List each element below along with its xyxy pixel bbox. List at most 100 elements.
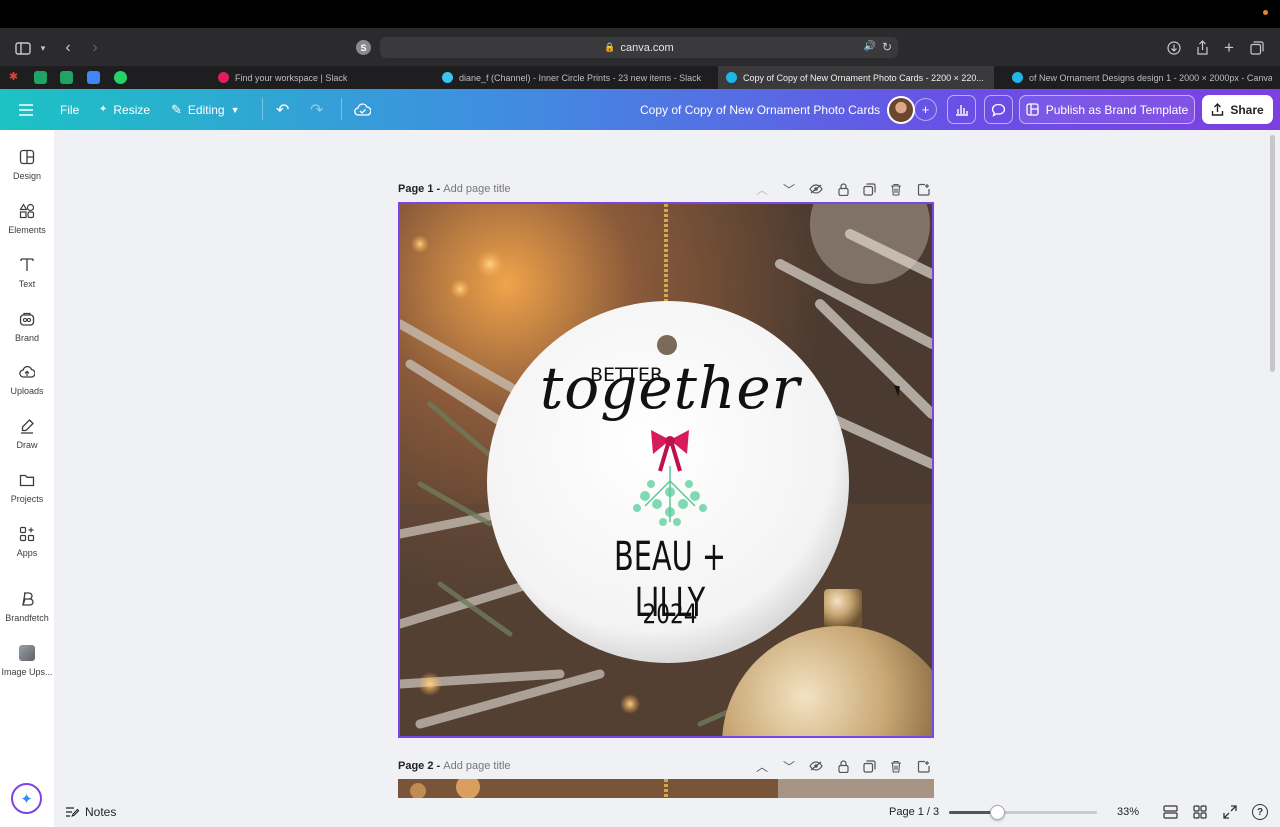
undo-icon[interactable]: ↶ — [276, 89, 289, 130]
help-icon[interactable]: ? — [1252, 804, 1268, 820]
comments-button[interactable] — [984, 95, 1013, 124]
zoom-slider-track[interactable] — [949, 805, 1097, 820]
share-label: Share — [1230, 102, 1264, 117]
sidebar-item-image-upscaler[interactable]: Image Ups... — [0, 645, 54, 691]
recording-dot-icon — [1263, 10, 1268, 15]
duplicate-page-icon[interactable] — [862, 759, 876, 773]
sidebar-toggle-icon[interactable] — [14, 40, 32, 56]
forward-icon[interactable]: › — [87, 39, 103, 57]
pinned-tab-asana-icon[interactable]: ✱ — [7, 71, 20, 84]
sidebar-item-brand[interactable]: Brand — [0, 311, 54, 357]
sidebar-label: Brand — [14, 333, 40, 343]
page2-label: Page 2 - — [398, 760, 441, 772]
share-page-icon[interactable] — [1194, 39, 1210, 56]
file-menu-button[interactable]: File — [60, 89, 79, 130]
tab-overview-icon[interactable] — [1249, 40, 1265, 56]
uploads-icon — [19, 365, 35, 378]
vertical-scrollbar[interactable] — [1270, 135, 1275, 372]
tab-canva-active[interactable]: Copy of Copy of New Ornament Photo Cards… — [718, 66, 994, 89]
sidebar-item-text[interactable]: Text — [0, 257, 54, 303]
text-icon — [20, 258, 34, 271]
text-together[interactable]: together — [540, 354, 800, 422]
pinned-tab-whatsapp-icon[interactable] — [114, 71, 127, 84]
file-label: File — [60, 102, 80, 117]
sidebar-item-apps[interactable]: Apps — [0, 526, 54, 572]
design-canvas-page1[interactable]: BETTER together BEAU + LILLY 2024 — [398, 202, 934, 738]
sidebar-label: Text — [18, 279, 36, 289]
notes-label: Notes — [85, 805, 117, 819]
design-icon — [19, 149, 35, 165]
publish-brand-template-button[interactable]: Publish as Brand Template — [1019, 95, 1195, 124]
tab-slack-workspace[interactable]: Find your workspace | Slack — [210, 66, 420, 89]
reload-icon[interactable]: ↻ — [882, 40, 892, 54]
page-view-icon[interactable] — [1163, 805, 1178, 824]
download-icon[interactable] — [1166, 40, 1182, 56]
document-title[interactable]: Copy of Copy of New Ornament Photo Cards — [640, 89, 880, 130]
sidebar-item-uploads[interactable]: Uploads — [0, 364, 54, 410]
editing-label: Editing — [187, 102, 225, 117]
pinned-tab-sheets-icon[interactable] — [34, 71, 47, 84]
grid-view-icon[interactable] — [1193, 805, 1207, 824]
magic-assistant-button[interactable]: ✦ — [11, 783, 42, 814]
sidebar-label: Draw — [16, 440, 38, 450]
avatar[interactable] — [887, 96, 915, 124]
lock-page-icon[interactable] — [836, 182, 850, 196]
back-icon[interactable]: ‹ — [60, 39, 76, 57]
cloud-save-icon[interactable] — [354, 89, 371, 130]
page1-title-input[interactable]: Add page title — [443, 183, 510, 195]
add-collaborator-button[interactable]: + — [914, 98, 937, 121]
delete-page-icon[interactable] — [889, 759, 903, 773]
zoom-level[interactable]: 33% — [1117, 806, 1139, 818]
sidebar-item-projects[interactable]: Projects — [0, 472, 54, 518]
tab-slack-channel[interactable]: diane_f (Channel) - Inner Circle Prints … — [434, 66, 706, 89]
insights-button[interactable] — [947, 95, 976, 124]
profile-badge[interactable]: S — [356, 40, 371, 55]
page2-header[interactable]: Page 2 - Add page title — [398, 760, 511, 772]
pinned-tab-docs-icon[interactable] — [87, 71, 100, 84]
publish-label: Publish as Brand Template — [1045, 102, 1189, 117]
tab-canva-other[interactable]: of New Ornament Designs design 1 - 2000 … — [1004, 66, 1272, 89]
canva-icon — [726, 72, 737, 83]
design-canvas-page2[interactable] — [398, 779, 934, 798]
page-indicator[interactable]: Page 1 / 3 — [889, 806, 939, 818]
resize-button[interactable]: ✦ Resize — [99, 89, 150, 130]
duplicate-page-icon[interactable] — [862, 182, 876, 196]
mistletoe-bow[interactable] — [615, 426, 725, 536]
notes-button[interactable]: Notes — [65, 805, 116, 819]
add-page-icon[interactable] — [916, 759, 930, 773]
hide-page-icon[interactable] — [809, 759, 823, 773]
text-year[interactable]: 2024 — [630, 599, 710, 630]
template-icon — [1026, 103, 1039, 116]
sparkle-icon: ✦ — [20, 790, 33, 808]
speaker-icon[interactable]: 🔊 — [864, 41, 876, 52]
lock-page-icon[interactable] — [836, 759, 850, 773]
sidebar-item-brandfetch[interactable]: Brandfetch — [0, 591, 54, 637]
hide-page-icon[interactable] — [809, 182, 823, 196]
redo-icon[interactable]: ↷ — [310, 89, 323, 130]
page1-header[interactable]: Page 1 - Add page title — [398, 183, 511, 195]
zoom-slider-thumb[interactable] — [989, 805, 1005, 820]
editing-mode-button[interactable]: ✎ Editing ▼ — [171, 89, 240, 130]
address-bar[interactable]: 🔒 canva.com 🔊 ↻ — [380, 37, 898, 58]
tab-label: Find your workspace | Slack — [235, 72, 348, 83]
chevron-down-icon: ▼ — [230, 104, 240, 115]
page-down-icon[interactable]: ﹀ — [782, 182, 796, 197]
sidebar-item-elements[interactable]: Elements — [0, 203, 54, 249]
delete-page-icon[interactable] — [889, 182, 903, 196]
pinned-tab-sheets-2-icon[interactable] — [60, 71, 73, 84]
sidebar-item-draw[interactable]: Draw — [0, 418, 54, 464]
page2-title-input[interactable]: Add page title — [443, 760, 510, 772]
page-up-icon[interactable]: ︿ — [755, 182, 769, 197]
page-up-icon[interactable]: ︿ — [755, 759, 769, 774]
page-down-icon[interactable]: ﹀ — [782, 759, 796, 774]
tab-label: of New Ornament Designs design 1 - 2000 … — [1029, 72, 1272, 83]
add-page-icon[interactable] — [916, 182, 930, 196]
chevron-down-icon[interactable]: ▾ — [36, 40, 50, 56]
brand-icon — [19, 312, 35, 326]
share-button[interactable]: Share — [1202, 95, 1273, 124]
sidebar-label: Image Ups... — [1, 667, 53, 677]
new-tab-icon[interactable]: + — [1221, 39, 1237, 56]
menu-icon[interactable] — [18, 89, 36, 130]
sidebar-item-design[interactable]: Design — [0, 149, 54, 195]
fullscreen-icon[interactable] — [1223, 805, 1237, 824]
